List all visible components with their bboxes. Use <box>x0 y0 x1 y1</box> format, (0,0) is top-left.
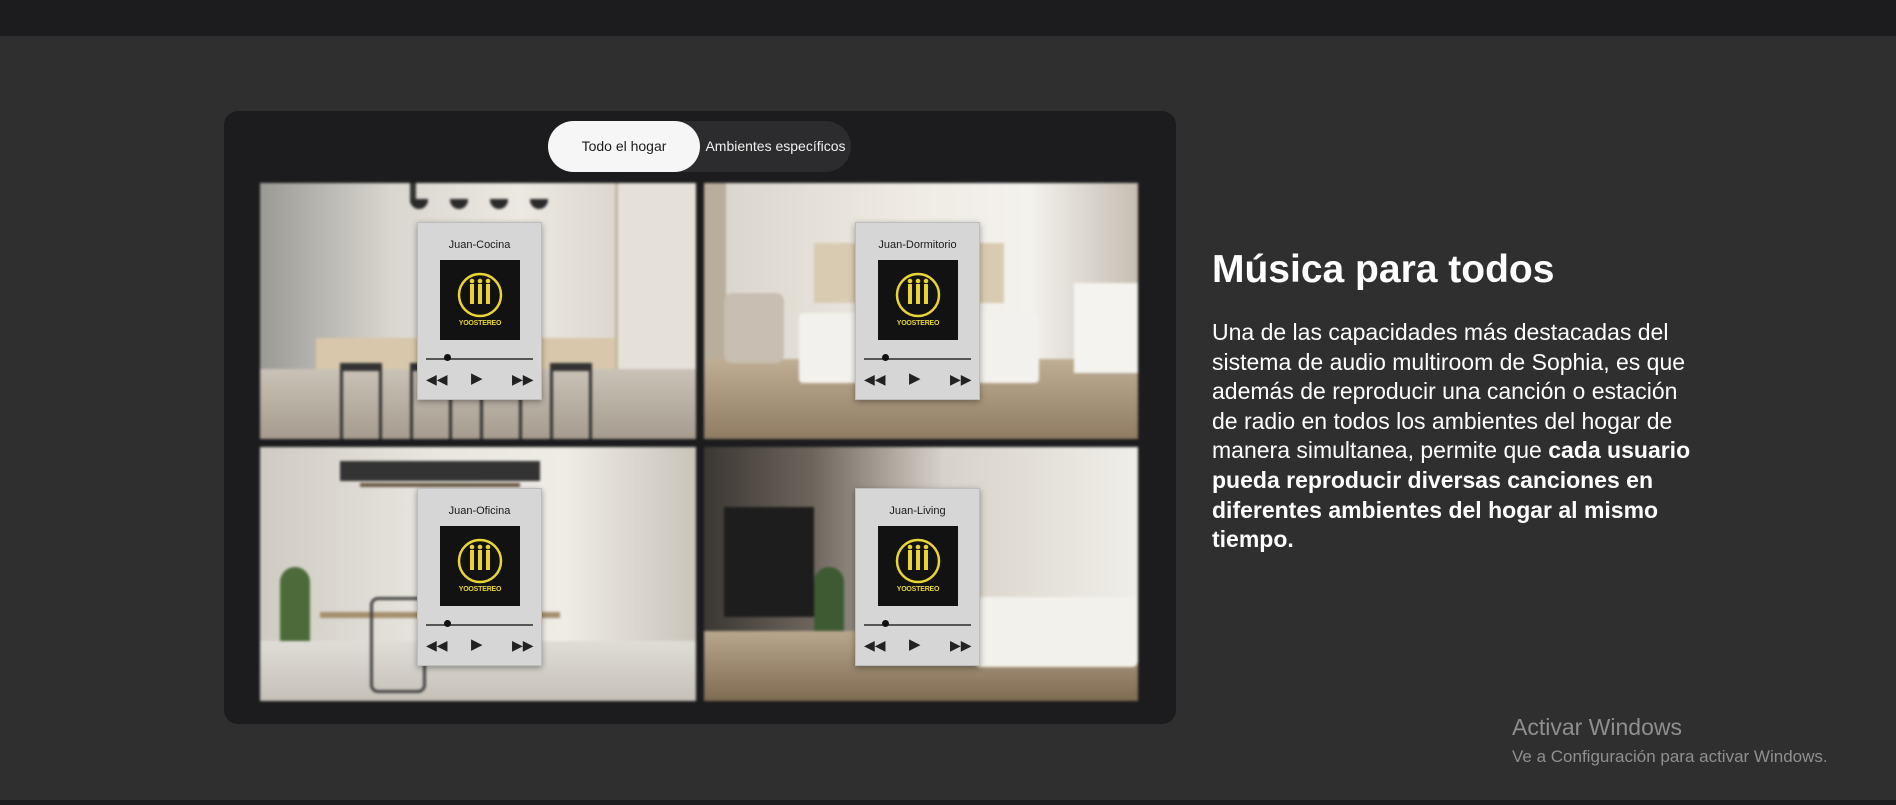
description-end: . <box>1287 526 1294 553</box>
yoostereo-logo-icon <box>895 272 941 318</box>
top-bar <box>0 0 1896 36</box>
rewind-icon[interactable]: ◀◀ <box>426 637 448 653</box>
play-icon[interactable]: ▶ <box>909 637 921 653</box>
album-cover: YOOSTEREO <box>440 260 520 340</box>
play-icon[interactable]: ▶ <box>471 637 483 653</box>
logo-wordmark: YOOSTEREO <box>458 320 502 327</box>
progress-track[interactable] <box>864 358 971 360</box>
yoostereo-logo-icon <box>895 538 941 584</box>
fast-forward-icon[interactable]: ▶▶ <box>950 637 972 653</box>
zone-name: Juan-Oficina <box>448 505 511 517</box>
zone-name: Juan-Living <box>889 505 946 517</box>
progress-track[interactable] <box>426 358 533 360</box>
section-heading: Música para todos <box>1212 248 1555 291</box>
rewind-icon[interactable]: ◀◀ <box>426 371 448 387</box>
progress-knob[interactable] <box>443 620 451 627</box>
zone-name: Juan-Cocina <box>448 239 511 251</box>
album-cover: YOOSTEREO <box>878 260 958 340</box>
progress-knob[interactable] <box>443 354 451 361</box>
fast-forward-icon[interactable]: ▶▶ <box>512 637 534 653</box>
mode-toggle[interactable]: Todo el hogar Ambientes específicos <box>548 121 851 172</box>
zone-name: Juan-Dormitorio <box>878 239 957 251</box>
play-icon[interactable]: ▶ <box>909 371 921 387</box>
player-dormitorio[interactable]: Juan-Dormitorio YOOSTEREO ◀◀ ▶ ▶▶ <box>855 222 980 400</box>
progress-knob[interactable] <box>881 620 889 627</box>
logo-wordmark: YOOSTEREO <box>896 320 940 327</box>
windows-activation-subtitle: Ve a Configuración para activar Windows. <box>1512 747 1828 766</box>
player-oficina[interactable]: Juan-Oficina YOOSTEREO ◀◀ ▶ ▶▶ <box>417 488 542 666</box>
play-icon[interactable]: ▶ <box>471 371 483 387</box>
rewind-icon[interactable]: ◀◀ <box>864 371 886 387</box>
progress-knob[interactable] <box>881 354 889 361</box>
bottom-edge <box>0 800 1896 805</box>
player-living[interactable]: Juan-Living YOOSTEREO ◀◀ ▶ ▶▶ <box>855 488 980 666</box>
player-cocina[interactable]: Juan-Cocina YOOSTEREO ◀◀ ▶ ▶▶ <box>417 222 542 400</box>
yoostereo-logo-icon <box>457 538 503 584</box>
rewind-icon[interactable]: ◀◀ <box>864 637 886 653</box>
section-description: Una de las capacidades más destacadas de… <box>1212 318 1702 555</box>
toggle-ambientes-especificos[interactable]: Ambientes específicos <box>700 121 851 172</box>
album-cover: YOOSTEREO <box>878 526 958 606</box>
album-cover: YOOSTEREO <box>440 526 520 606</box>
fast-forward-icon[interactable]: ▶▶ <box>512 371 534 387</box>
yoostereo-logo-icon <box>457 272 503 318</box>
logo-wordmark: YOOSTEREO <box>458 586 502 593</box>
progress-track[interactable] <box>426 624 533 626</box>
progress-track[interactable] <box>864 624 971 626</box>
toggle-todo-el-hogar[interactable]: Todo el hogar <box>548 121 700 172</box>
windows-activation-title: Activar Windows <box>1512 714 1682 740</box>
logo-wordmark: YOOSTEREO <box>896 586 940 593</box>
fast-forward-icon[interactable]: ▶▶ <box>950 371 972 387</box>
